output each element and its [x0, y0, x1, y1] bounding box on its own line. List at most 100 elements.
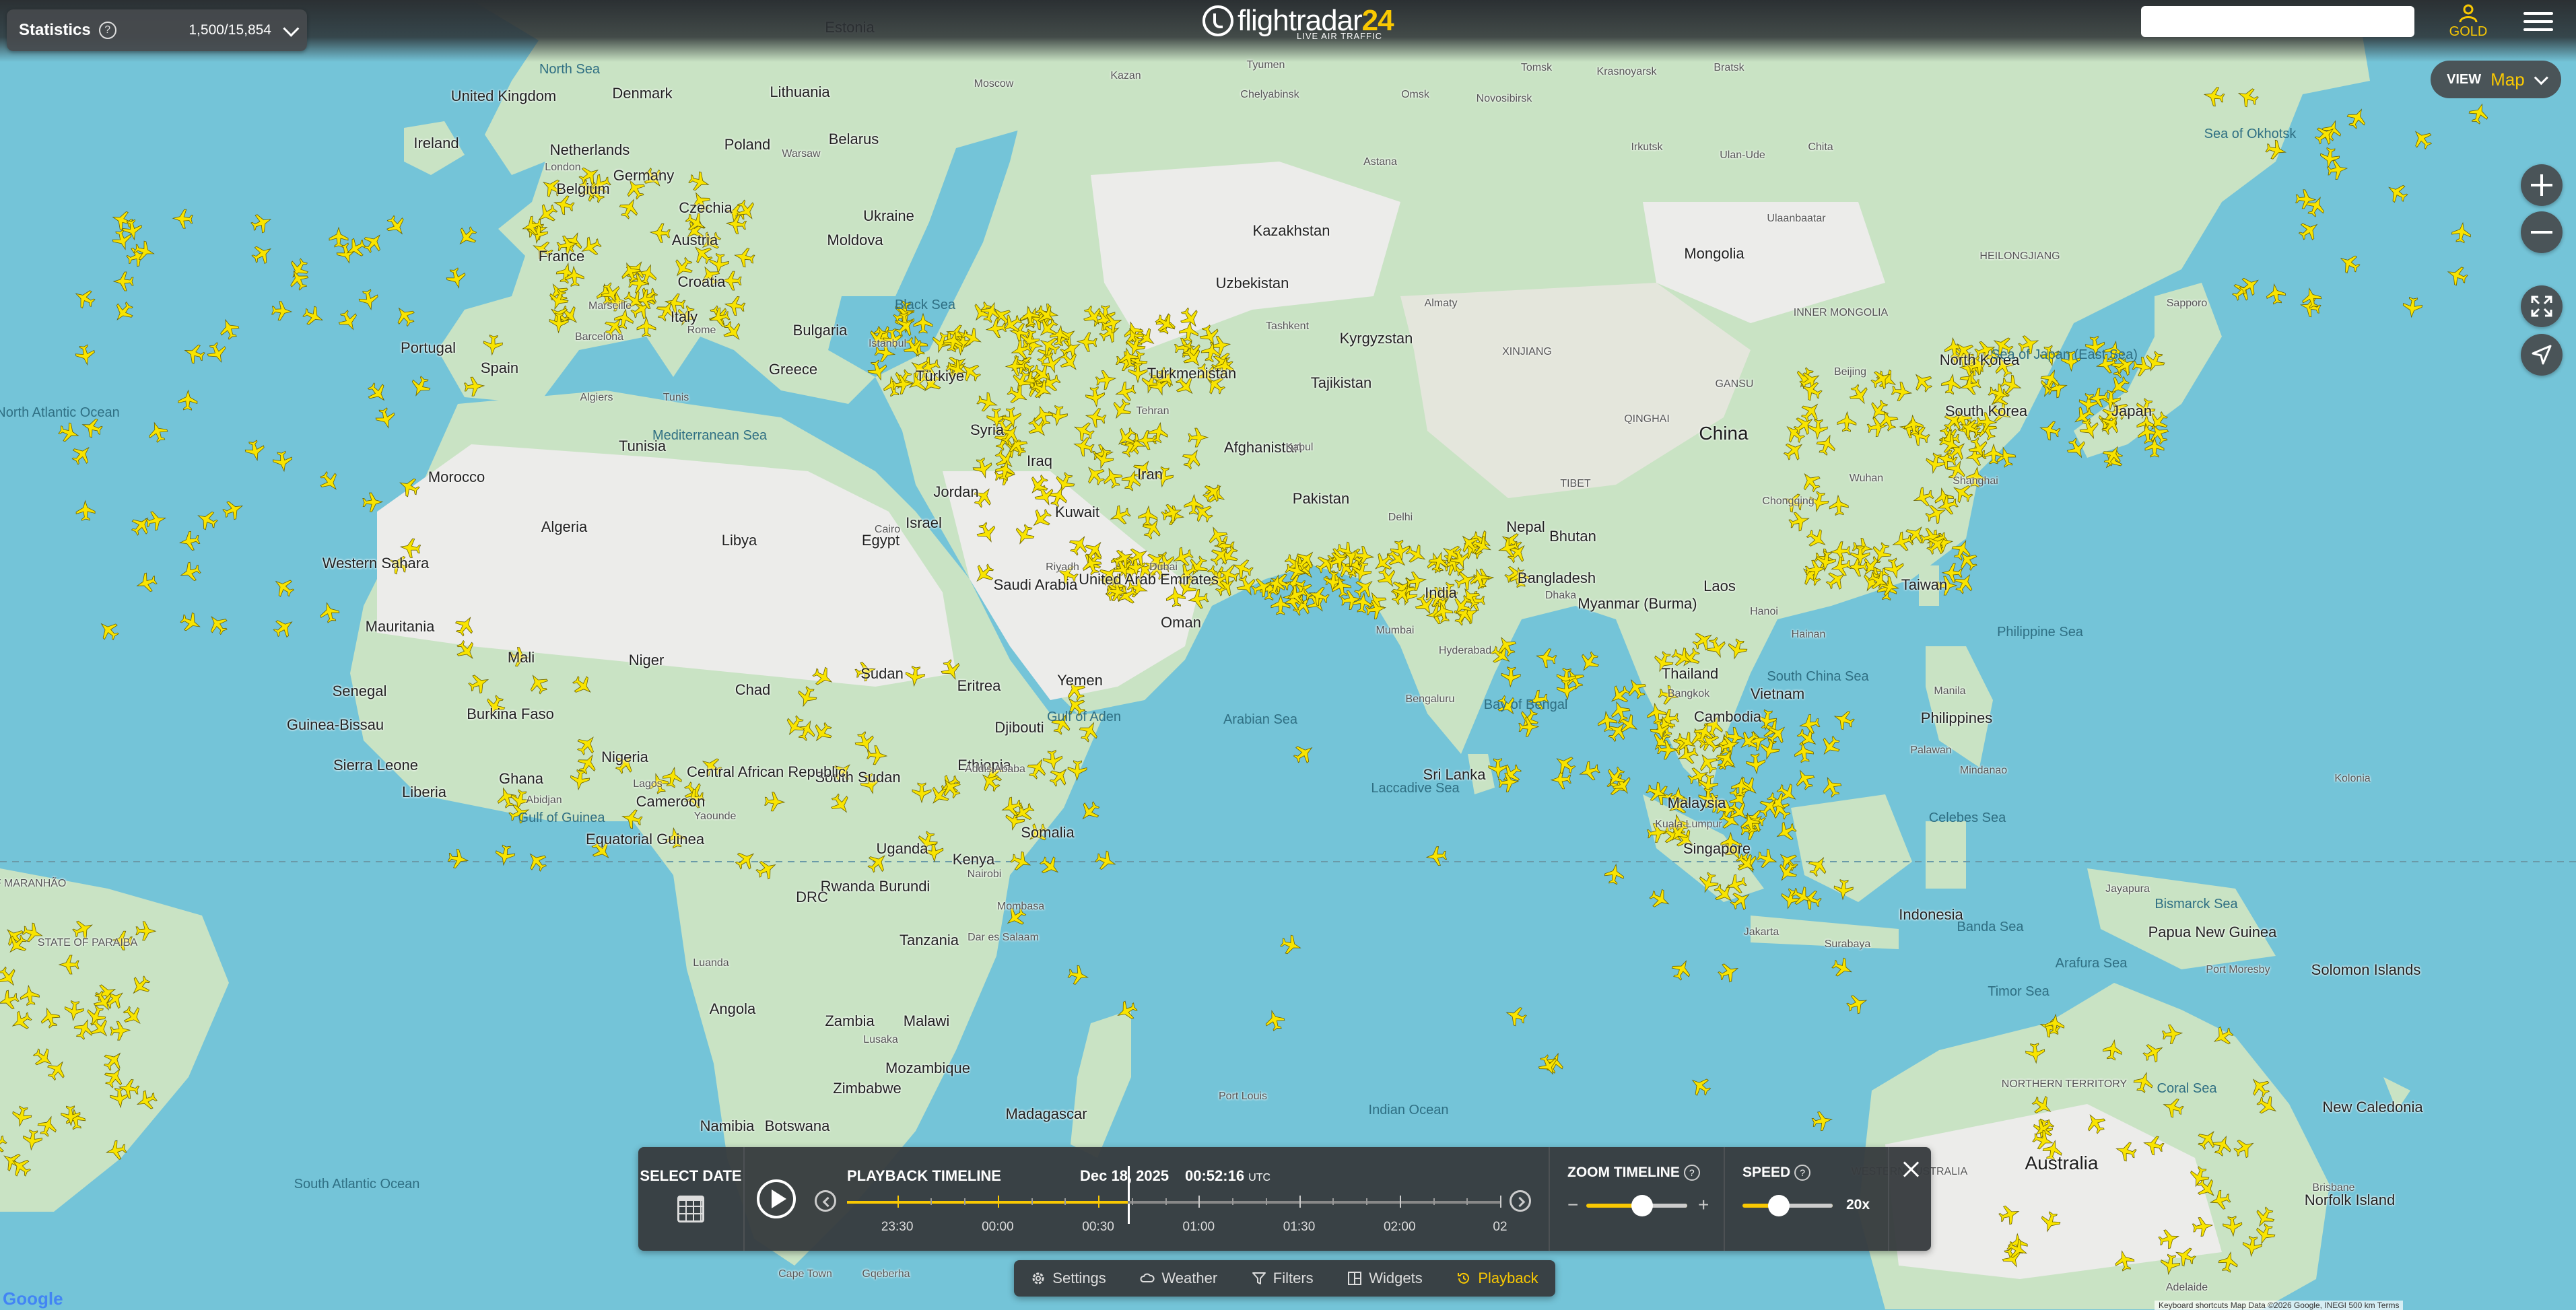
zoom-timeline-plus[interactable]: + [1698, 1194, 1709, 1216]
country-label: Singapore [1683, 840, 1751, 857]
chevron-down-icon [2534, 70, 2548, 85]
close-icon[interactable] [1901, 1159, 1922, 1179]
country-label: Tanzania [899, 932, 959, 949]
zoom-in-button[interactable] [2521, 164, 2563, 206]
fullscreen-button[interactable] [2521, 285, 2563, 327]
ocean-label: Celebes Sea [1928, 811, 2006, 825]
country-label: Papua New Guinea [2148, 924, 2277, 940]
country-label: Libya [721, 532, 757, 549]
world-map[interactable] [0, 0, 2576, 1309]
small-label: Jayapura [2105, 883, 2150, 895]
slider-handle[interactable] [1631, 1195, 1653, 1216]
weather-label: Weather [1161, 1270, 1218, 1286]
country-label: Senegal [332, 683, 387, 699]
small-label: Port Louis [1218, 1091, 1268, 1102]
map-attribution[interactable]: Keyboard shortcuts Map Data ©2026 Google… [2155, 1301, 2404, 1310]
country-label: Kazakhstan [1252, 222, 1330, 239]
country-label: Nepal [1506, 518, 1545, 535]
timeline-tick [997, 1196, 999, 1208]
timeline-tick [1399, 1196, 1401, 1208]
country-label: Guinea-Bissau [286, 716, 384, 733]
small-label: Luanda [693, 957, 729, 969]
country-label: Nigeria [601, 749, 648, 765]
widgets-button[interactable]: Widgets [1347, 1270, 1423, 1287]
zoom-timeline-label: ZOOM TIMELINE? [1567, 1165, 1700, 1181]
country-label: India [1425, 584, 1457, 601]
previous-button[interactable] [815, 1190, 836, 1212]
slider-handle[interactable] [1767, 1195, 1790, 1216]
speed-slider[interactable] [1742, 1195, 1833, 1216]
small-label: QINGHAI [1624, 413, 1670, 425]
expand-icon [2531, 296, 2552, 317]
select-date-button[interactable]: SELECT DATE [638, 1147, 745, 1251]
timeline-tick-label: 02:00 [1383, 1220, 1416, 1234]
ocean-label: Sea of Japan (East Sea) [1991, 347, 2138, 362]
zoom-timeline-minus[interactable]: − [1567, 1194, 1578, 1216]
small-label: Brisbane [2312, 1182, 2355, 1194]
statistics-dropdown[interactable]: Statistics ? 1,500/15,854 [7, 9, 307, 51]
zoom-timeline-text: ZOOM TIMELINE [1567, 1165, 1680, 1180]
country-label: Zambia [825, 1012, 875, 1029]
filters-button[interactable]: Filters [1252, 1270, 1314, 1287]
help-icon[interactable]: ? [1683, 1165, 1700, 1181]
view-dropdown[interactable]: VIEW Map [2431, 61, 2561, 98]
country-label: Rwanda Burundi [820, 878, 930, 895]
next-button[interactable] [1510, 1190, 1531, 1212]
speed-value: 20x [1846, 1197, 1870, 1212]
timeline-tick [1500, 1196, 1501, 1208]
country-label: Eritrea [957, 677, 1001, 694]
country-label: Mali [507, 649, 535, 666]
small-label: TIBET [1560, 478, 1591, 489]
ocean-label: Bay of Bengal [1483, 697, 1568, 712]
small-label: Bratsk [1714, 62, 1744, 73]
country-label: Bangladesh [1517, 570, 1596, 586]
speed-label: SPEED? [1742, 1165, 1811, 1181]
small-label: Irkutsk [1631, 141, 1663, 153]
search-input[interactable] [2141, 6, 2414, 37]
small-label: Addis Ababa [965, 763, 1025, 775]
play-button[interactable] [757, 1179, 796, 1218]
locate-button[interactable] [2521, 334, 2563, 376]
ocean-label: Philippine Sea [1997, 625, 2083, 640]
help-icon[interactable]: ? [1794, 1165, 1811, 1181]
playback-date: Dec 18, 2025 [1080, 1167, 1170, 1184]
country-label: Liberia [401, 784, 447, 800]
ocean-label: Coral Sea [2157, 1081, 2217, 1096]
ocean-label: North Sea [539, 62, 601, 77]
small-label: Sapporo [2166, 298, 2208, 309]
country-label: Iran [1137, 466, 1163, 483]
timeline-minor-tick [964, 1198, 966, 1205]
country-label: Cameroon [636, 793, 706, 810]
small-label: Tunis [663, 392, 689, 403]
country-label: Botswana [764, 1117, 830, 1134]
country-label: France [538, 248, 585, 265]
small-label: Wuhan [1849, 473, 1884, 484]
help-icon[interactable]: ? [98, 22, 116, 39]
playback-button[interactable]: Playback [1456, 1270, 1538, 1287]
location-arrow-icon [2532, 345, 2552, 365]
small-label: Warsaw [782, 148, 821, 160]
playback-timeline-label: PLAYBACK TIMELINE [847, 1167, 1001, 1184]
playback-timeline-track[interactable] [847, 1196, 1501, 1208]
small-label: Kuala Lumpur [1655, 819, 1722, 830]
settings-button[interactable]: Settings [1031, 1270, 1106, 1287]
zoom-timeline-slider[interactable] [1586, 1195, 1687, 1216]
flightradar24-logo[interactable]: flightradar24 LIVE AIR TRAFFIC [1202, 4, 1394, 41]
country-label: Madagascar [1005, 1105, 1087, 1122]
timeline-cursor[interactable] [1128, 1166, 1130, 1224]
country-label: Niger [628, 652, 665, 668]
timeline-tick [1098, 1196, 1100, 1208]
statistics-label: Statistics [19, 21, 91, 39]
menu-button[interactable] [2523, 8, 2553, 35]
small-label: Hanoi [1750, 606, 1778, 617]
small-label: Mombasa [996, 901, 1045, 912]
country-label: Syria [970, 421, 1005, 438]
country-label: Kuwait [1054, 504, 1100, 520]
country-label: China [1699, 423, 1749, 444]
small-label: Tehran [1136, 405, 1170, 417]
weather-button[interactable]: Weather [1140, 1270, 1217, 1287]
speed-text: SPEED [1742, 1165, 1791, 1180]
calendar-icon [677, 1196, 704, 1222]
zoom-out-button[interactable] [2521, 211, 2563, 253]
account-button[interactable]: GOLD [2448, 4, 2488, 40]
